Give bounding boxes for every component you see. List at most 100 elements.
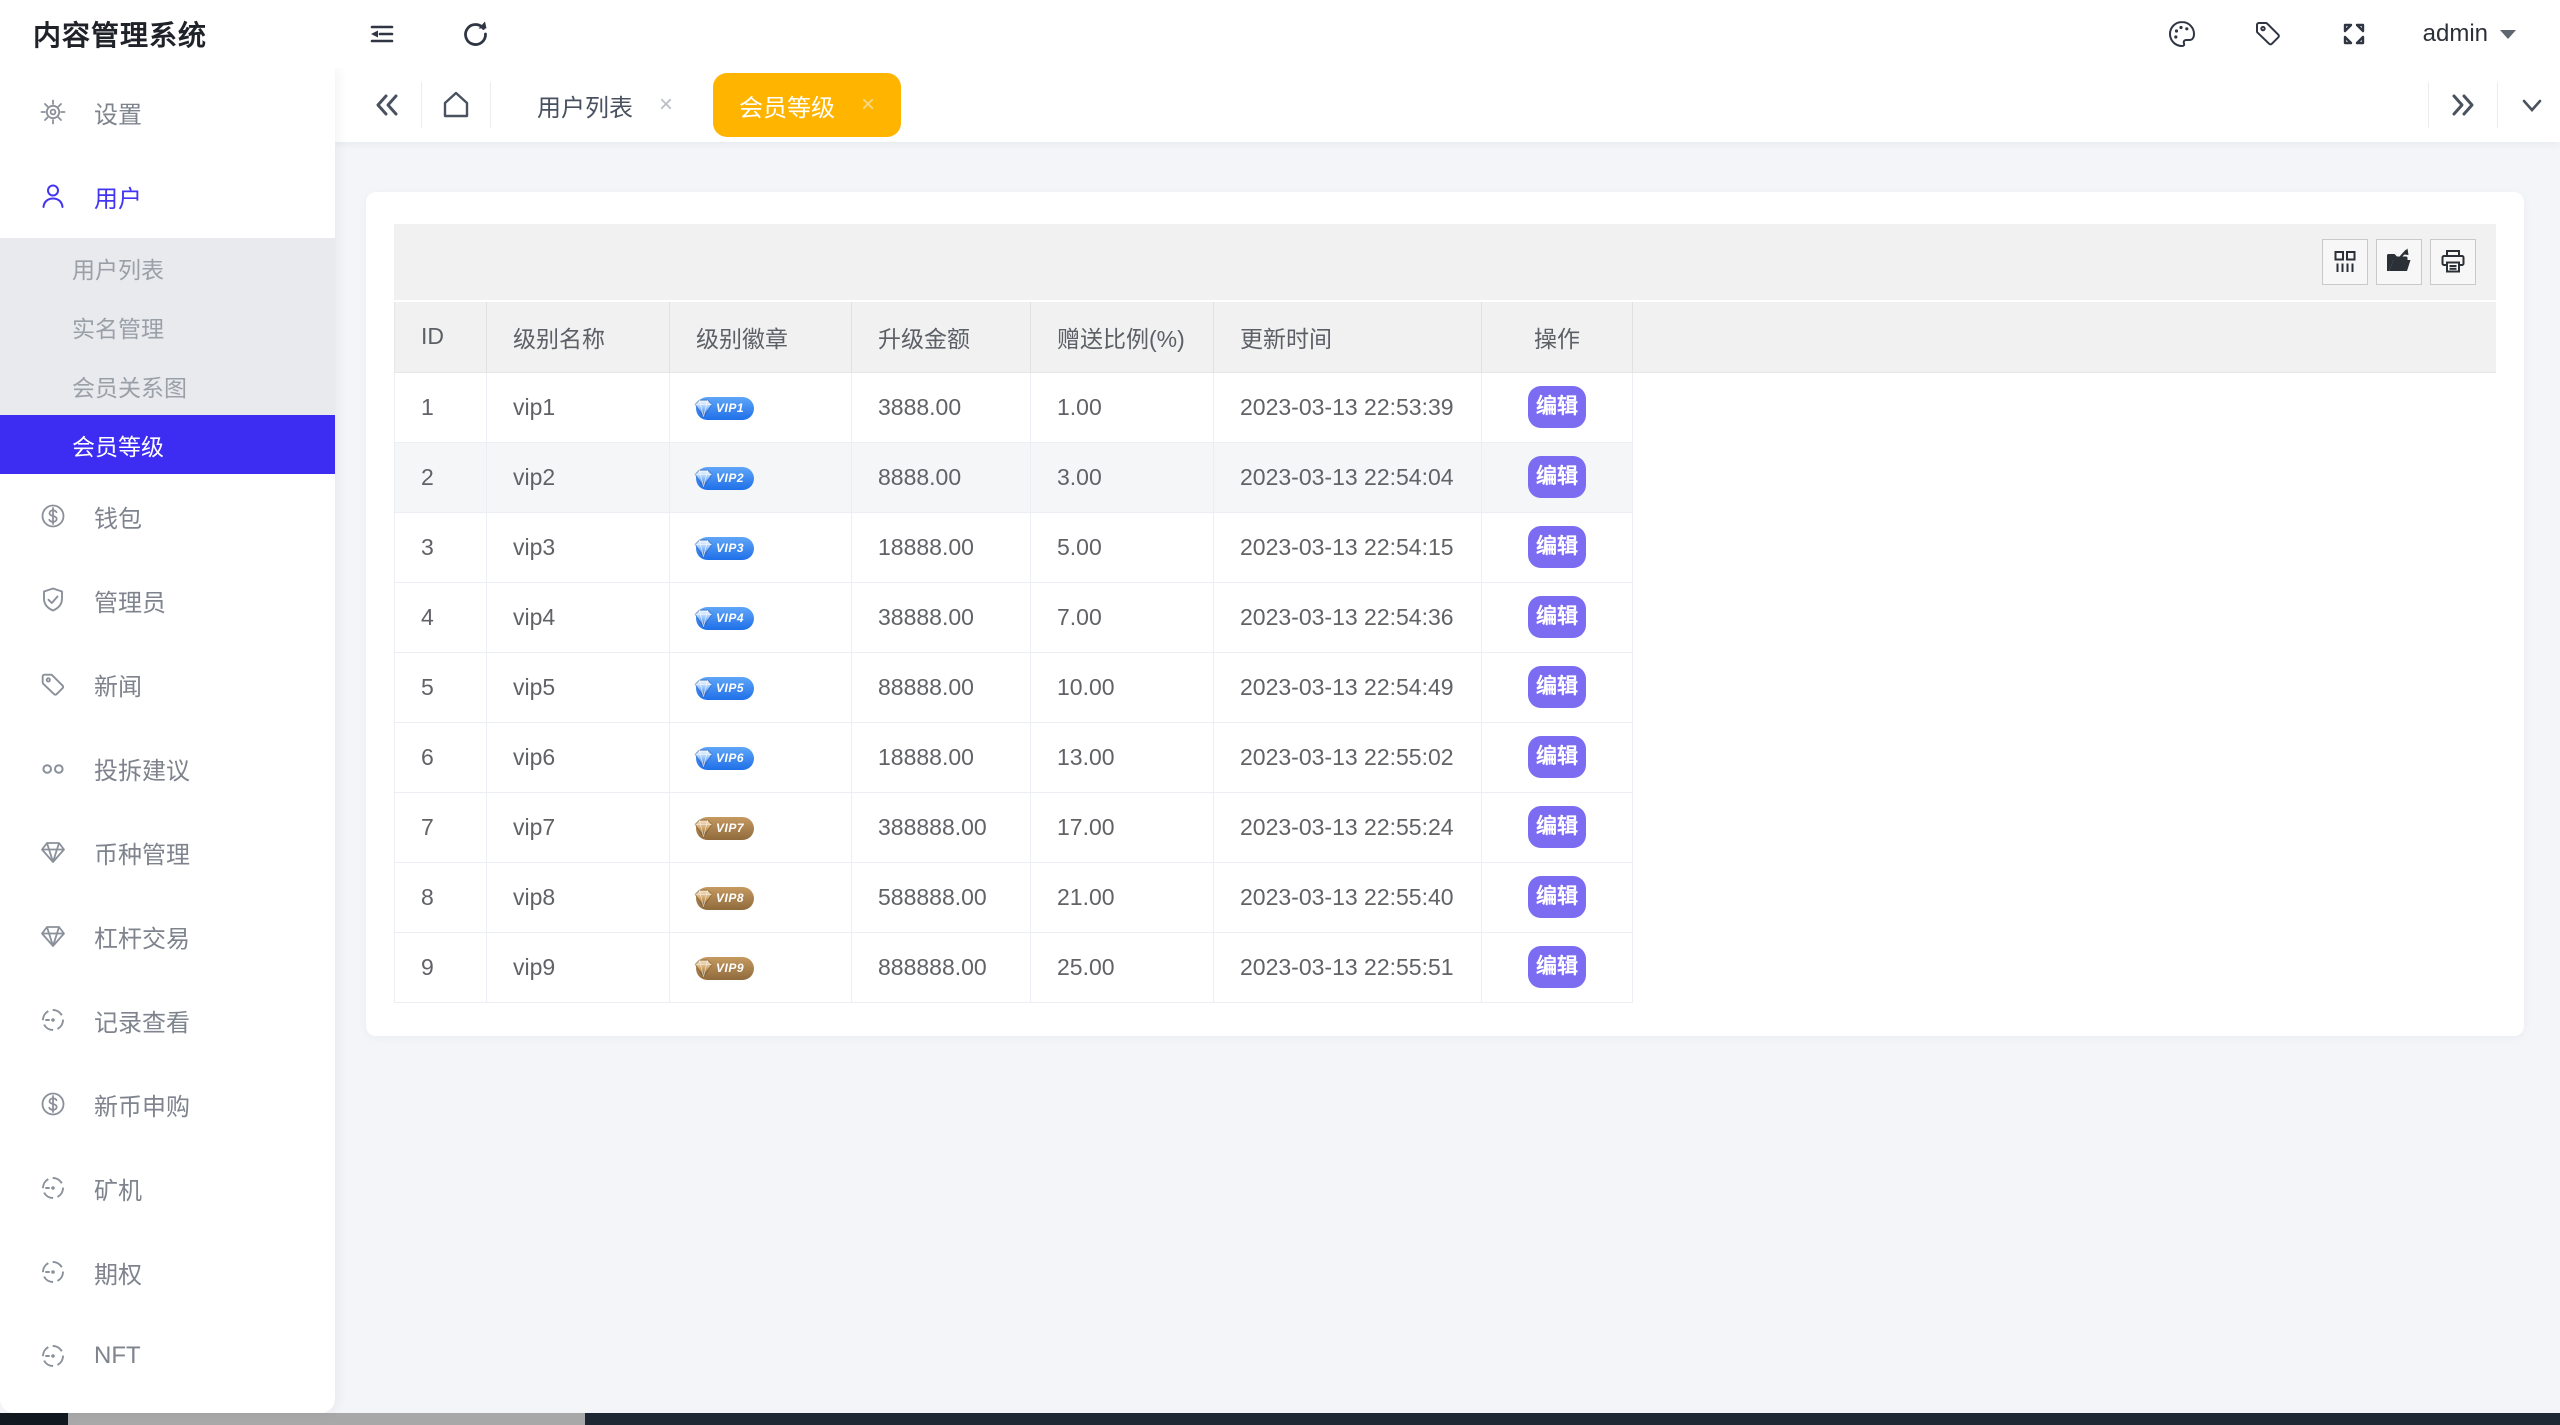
vip-badge: VIP4: [696, 607, 754, 630]
sidebar-subitem-实名管理[interactable]: 实名管理: [0, 297, 335, 356]
vip-badge-label: VIP3: [716, 541, 744, 555]
table-row-vip5: 5vip5VIP588888.0010.002023-03-13 22:54:4…: [395, 652, 2497, 722]
sidebar-item-记录查看[interactable]: 记录查看: [0, 978, 335, 1062]
cell-actions: 编辑: [1482, 442, 1633, 512]
tabs-menu-chevron-down-icon[interactable]: [2510, 83, 2554, 127]
cell-level-badge: VIP9: [670, 932, 852, 1002]
column-header-升级金额: 升级金额: [852, 302, 1031, 372]
sidebar-item-用户[interactable]: 用户: [0, 154, 335, 238]
tab-用户列表[interactable]: 用户列表 ×: [511, 73, 699, 137]
cell-filler: [1633, 932, 2497, 1002]
gear-icon: [38, 97, 68, 127]
divider: [421, 82, 422, 128]
cell-actions: 编辑: [1482, 722, 1633, 792]
refresh-icon[interactable]: [457, 17, 491, 51]
tab-label: 用户列表: [537, 88, 633, 123]
print-button[interactable]: [2430, 239, 2476, 285]
edit-button[interactable]: 编辑: [1528, 736, 1586, 778]
cell-level-name: vip8: [487, 862, 670, 932]
sidebar-item-钱包[interactable]: 钱包: [0, 474, 335, 558]
vip-badge: VIP8: [696, 887, 754, 910]
cell-id: 3: [395, 512, 487, 582]
cell-update-time: 2023-03-13 22:54:36: [1214, 582, 1482, 652]
cell-level-badge: VIP7: [670, 792, 852, 862]
table-toolbar: [394, 224, 2496, 300]
export-button[interactable]: [2376, 239, 2422, 285]
edit-button[interactable]: 编辑: [1528, 386, 1586, 428]
cell-filler: [1633, 792, 2497, 862]
sidebar: 设置用户用户列表实名管理会员关系图会员等级钱包管理员新闻投拆建议币种管理杠杆交易…: [0, 68, 335, 1413]
tabs-scroll-right-icon[interactable]: [2441, 83, 2485, 127]
edit-button[interactable]: 编辑: [1528, 596, 1586, 638]
table-row-vip6: 6vip6VIP618888.0013.002023-03-13 22:55:0…: [395, 722, 2497, 792]
cell-gift-ratio: 3.00: [1031, 442, 1214, 512]
cell-update-time: 2023-03-13 22:55:51: [1214, 932, 1482, 1002]
sidebar-subitem-会员关系图[interactable]: 会员关系图: [0, 356, 335, 415]
cell-id: 9: [395, 932, 487, 1002]
user-menu[interactable]: admin: [2423, 20, 2518, 48]
sidebar-item-label: 期权: [94, 1255, 142, 1290]
edit-button[interactable]: 编辑: [1528, 526, 1586, 568]
cell-level-name: vip3: [487, 512, 670, 582]
collapse-sidebar-icon[interactable]: [365, 17, 399, 51]
column-header-filler: [1633, 302, 2497, 372]
edit-button[interactable]: 编辑: [1528, 666, 1586, 708]
cell-level-badge: VIP3: [670, 512, 852, 582]
sidebar-item-NFT[interactable]: NFT: [0, 1314, 335, 1398]
sidebar-item-管理员[interactable]: 管理员: [0, 558, 335, 642]
home-icon[interactable]: [434, 83, 478, 127]
sidebar-subitem-会员等级[interactable]: 会员等级: [0, 415, 335, 474]
column-settings-button[interactable]: [2322, 239, 2368, 285]
edit-button[interactable]: 编辑: [1528, 876, 1586, 918]
vip-badge-label: VIP1: [716, 401, 744, 415]
cell-level-badge: VIP5: [670, 652, 852, 722]
cell-gift-ratio: 25.00: [1031, 932, 1214, 1002]
cell-update-time: 2023-03-13 22:54:04: [1214, 442, 1482, 512]
sidebar-item-币种管理[interactable]: 币种管理: [0, 810, 335, 894]
tag-icon[interactable]: [2251, 17, 2285, 51]
edit-button[interactable]: 编辑: [1528, 456, 1586, 498]
member-level-card: ID级别名称级别徽章升级金额赠送比例(%)更新时间操作 1vip1VIP1388…: [366, 192, 2524, 1036]
close-tab-icon[interactable]: ×: [861, 93, 875, 117]
column-header-级别名称: 级别名称: [487, 302, 670, 372]
cell-actions: 编辑: [1482, 862, 1633, 932]
sidebar-subitem-用户列表[interactable]: 用户列表: [0, 238, 335, 297]
tabs-scroll-left-icon[interactable]: [365, 83, 409, 127]
cell-level-badge: VIP6: [670, 722, 852, 792]
vip-badge: VIP7: [696, 817, 754, 840]
sidebar-item-label: 用户: [94, 179, 142, 214]
table-row-vip1: 1vip1VIP13888.001.002023-03-13 22:53:39编…: [395, 372, 2497, 442]
cell-actions: 编辑: [1482, 582, 1633, 652]
close-tab-icon[interactable]: ×: [659, 93, 673, 117]
cell-level-badge: VIP8: [670, 862, 852, 932]
sidebar-item-label: 管理员: [94, 583, 166, 618]
theme-palette-icon[interactable]: [2165, 17, 2199, 51]
horizontal-scrollbar[interactable]: [0, 1413, 2560, 1425]
sidebar-item-label: 记录查看: [94, 1003, 190, 1038]
sidebar-item-label: 杠杆交易: [94, 919, 190, 954]
username: admin: [2423, 20, 2488, 48]
cell-level-name: vip2: [487, 442, 670, 512]
edit-button[interactable]: 编辑: [1528, 946, 1586, 988]
sidebar-item-投拆建议[interactable]: 投拆建议: [0, 726, 335, 810]
sidebar-item-新币申购[interactable]: 新币申购: [0, 1062, 335, 1146]
tab-会员等级[interactable]: 会员等级×: [713, 73, 901, 137]
sidebar-item-杠杆交易[interactable]: 杠杆交易: [0, 894, 335, 978]
main-area: 用户列表×会员等级×: [335, 68, 2560, 1413]
cell-upgrade-amount: 3888.00: [852, 372, 1031, 442]
sidebar-item-期权[interactable]: 期权: [0, 1230, 335, 1314]
cell-upgrade-amount: 588888.00: [852, 862, 1031, 932]
edit-button[interactable]: 编辑: [1528, 806, 1586, 848]
sidebar-item-矿机[interactable]: 矿机: [0, 1146, 335, 1230]
sidebar-item-label: 新闻: [94, 667, 142, 702]
vip-badge: VIP6: [696, 747, 754, 770]
vip-badge: VIP3: [696, 537, 754, 560]
dollar-circle-icon: [38, 501, 68, 531]
vip-badge-label: VIP8: [716, 891, 744, 905]
scrollbar-thumb[interactable]: [68, 1413, 585, 1425]
vip-badge-label: VIP7: [716, 821, 744, 835]
sidebar-item-设置[interactable]: 设置: [0, 70, 335, 154]
sidebar-item-新闻[interactable]: 新闻: [0, 642, 335, 726]
cell-gift-ratio: 17.00: [1031, 792, 1214, 862]
fullscreen-icon[interactable]: [2337, 17, 2371, 51]
